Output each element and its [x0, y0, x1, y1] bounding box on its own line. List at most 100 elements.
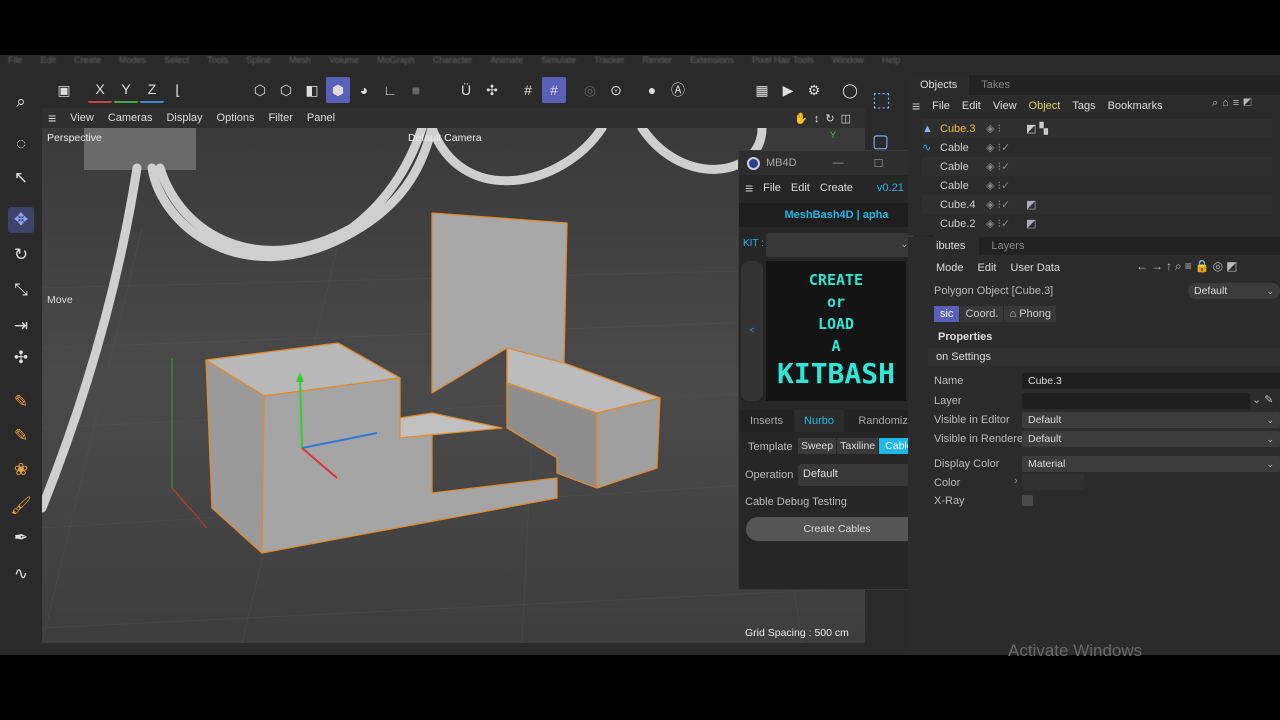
mb4d-menu-create[interactable]: Create — [820, 182, 853, 194]
viewport-nav-icons[interactable]: ✋↕↻◫ — [794, 112, 857, 125]
menu-modes[interactable]: Modes — [119, 55, 146, 70]
tab-objects[interactable]: Objects — [908, 75, 970, 95]
tab-layers[interactable]: Layers — [979, 240, 1036, 252]
create-cables-button[interactable]: Create Cables — [746, 517, 928, 541]
spline-sketch-icon[interactable]: ✎ — [8, 423, 34, 449]
brush-icon[interactable]: 🖌 — [8, 493, 34, 519]
transfer-tool-icon[interactable]: ⇥ — [8, 313, 34, 339]
z-axis-lock[interactable]: Z — [140, 77, 164, 103]
objects-menu-bookmarks[interactable]: Bookmarks — [1108, 100, 1163, 112]
visibility-check-icon[interactable]: ◈ ⁝✓ — [986, 160, 1010, 173]
menu-select[interactable]: Select — [164, 55, 189, 70]
edges-mode-icon[interactable]: ⬡ — [274, 77, 298, 103]
render-settings-icon[interactable]: ⚙ — [802, 77, 826, 103]
name-input[interactable]: Cube.3 — [1022, 373, 1280, 389]
visibility-check-icon[interactable]: ◈ ⁝✓ — [986, 141, 1010, 154]
tab-inserts[interactable]: Inserts — [739, 415, 794, 427]
visibility-check-icon[interactable]: ◈ ⁝✓ — [986, 179, 1010, 192]
mb4d-menu-edit[interactable]: Edit — [791, 182, 810, 194]
settings-icon[interactable]: ⊙ — [604, 77, 628, 103]
axis-mode-icon[interactable]: ∟ — [378, 77, 402, 103]
visibility-check-icon[interactable]: ◈ ⁝✓ — [986, 198, 1026, 211]
camera-label[interactable]: Default Camera — [408, 132, 482, 144]
minimize-icon[interactable]: — — [833, 157, 844, 169]
viewport-menu-cameras[interactable]: Cameras — [108, 112, 153, 124]
grid-icon[interactable]: # — [516, 77, 540, 103]
template-taxiline[interactable]: Taxiline — [837, 438, 879, 454]
attr-menu-edit[interactable]: Edit — [978, 262, 997, 274]
subtab-coord[interactable]: Coord. — [960, 306, 1004, 322]
search-icon[interactable]: ⌕ — [8, 89, 34, 115]
tab-attributes[interactable]: ibutes — [908, 237, 980, 255]
menu-extensions[interactable]: Extensions — [690, 55, 734, 70]
autokey-icon[interactable]: Ⓐ — [666, 77, 690, 103]
solo-icon[interactable]: ■ — [404, 77, 428, 103]
material-icon[interactable]: ● — [640, 77, 664, 103]
object-row[interactable]: Cable ◈ ⁝✓ — [922, 176, 1272, 195]
render-picture-viewer-icon[interactable]: ▶ — [776, 77, 800, 103]
menu-character[interactable]: Character — [433, 55, 473, 70]
polygons-mode-icon[interactable]: ◧ — [300, 77, 324, 103]
snap-icon[interactable]: Ü — [454, 77, 478, 103]
cube-object-icon[interactable]: ⬚ — [872, 87, 898, 113]
preset-select[interactable]: Default ⌄ — [1188, 283, 1280, 299]
visible-in-renderer-select[interactable]: Default ⌄ — [1022, 431, 1280, 447]
kitbash-banner[interactable]: CREATE or LOAD A KITBASH — [766, 261, 906, 401]
objects-menu-tags[interactable]: Tags — [1072, 100, 1095, 112]
rotate-tool-icon[interactable]: ↻ — [8, 242, 34, 268]
menu-animate[interactable]: Animate — [490, 55, 523, 70]
menu-create[interactable]: Create — [74, 55, 101, 70]
hamburger-icon[interactable]: ≡ — [48, 110, 56, 126]
menu-tools[interactable]: Tools — [207, 55, 228, 70]
attr-menu-user-data[interactable]: User Data — [1011, 262, 1061, 274]
objects-toolbar-icons[interactable]: ⌕⌂≡◩ — [1212, 97, 1256, 110]
render-view-icon[interactable]: ▦ — [750, 77, 774, 103]
subtab-basic[interactable]: sic — [934, 306, 960, 322]
knife-icon[interactable]: ✒ — [8, 525, 34, 551]
xray-checkbox[interactable] — [1022, 495, 1033, 506]
menu-tracker[interactable]: Tracker — [594, 55, 624, 70]
object-row[interactable]: Cube.2 ◈ ⁝✓ ◩ — [922, 214, 1272, 233]
undo-icon[interactable]: ▣ — [52, 77, 76, 103]
hamburger-icon[interactable]: ≡ — [912, 98, 920, 114]
menu-simulate[interactable]: Simulate — [541, 55, 576, 70]
objects-menu-object[interactable]: Object — [1029, 100, 1061, 112]
display-color-select[interactable]: Material ⌄ — [1022, 456, 1280, 472]
section-object-settings[interactable]: on Settings — [928, 348, 1280, 366]
texture-mode-icon[interactable]: ◕ — [352, 77, 376, 103]
attr-menu-mode[interactable]: Mode — [936, 262, 964, 274]
hidden-icon[interactable]: ◎ — [578, 77, 602, 103]
object-row[interactable]: ▲ Cube.3 ◈ ⁝ ◩ ▚ — [922, 119, 1272, 138]
move-tool-icon[interactable]: ✥ — [8, 207, 34, 233]
multi-tool-icon[interactable]: ✣ — [8, 345, 34, 371]
coordinate-system-icon[interactable]: ⌊ — [166, 77, 190, 103]
maximize-icon[interactable]: ☐ — [874, 157, 884, 170]
scale-tool-icon[interactable]: ⤡ — [8, 277, 34, 303]
visibility-check-icon[interactable]: ◈ ⁝✓ — [986, 217, 1026, 230]
tab-nurbo[interactable]: Nurbo — [794, 410, 844, 432]
objects-menu-view[interactable]: View — [993, 100, 1017, 112]
layer-input[interactable] — [1022, 393, 1250, 409]
quantize-icon[interactable]: ✣ — [480, 77, 504, 103]
viewport-menu-panel[interactable]: Panel — [307, 112, 335, 124]
menu-help[interactable]: Help — [882, 55, 900, 70]
workplane-icon[interactable]: # — [542, 77, 566, 103]
viewport-menu-filter[interactable]: Filter — [268, 112, 292, 124]
menu-edit[interactable]: Edit — [41, 55, 57, 70]
y-axis-lock[interactable]: Y — [114, 77, 138, 103]
x-axis-lock[interactable]: X — [88, 77, 112, 103]
menu-pixel-hair[interactable]: Pixel Hair Tools — [752, 55, 814, 70]
menu-window[interactable]: Window — [832, 55, 864, 70]
visible-in-editor-select[interactable]: Default ⌄ — [1022, 412, 1280, 428]
pointer-icon[interactable]: ↖ — [8, 165, 34, 191]
select-tool-icon[interactable]: ◌ — [8, 131, 34, 157]
layer-dropdown-icon[interactable]: ⌄ ✎ — [1252, 393, 1274, 406]
objects-menu-file[interactable]: File — [932, 100, 950, 112]
hamburger-icon[interactable]: ≡ — [745, 180, 753, 196]
prev-kit-button[interactable]: < — [741, 261, 763, 401]
spline-pen-icon[interactable]: ✎ — [8, 389, 34, 415]
object-row[interactable]: Cube.4 ◈ ⁝✓ ◩ — [922, 195, 1272, 214]
viewport-solo-icon[interactable]: ◯ — [838, 77, 862, 103]
menu-render[interactable]: Render — [642, 55, 672, 70]
menu-mesh[interactable]: Mesh — [289, 55, 311, 70]
